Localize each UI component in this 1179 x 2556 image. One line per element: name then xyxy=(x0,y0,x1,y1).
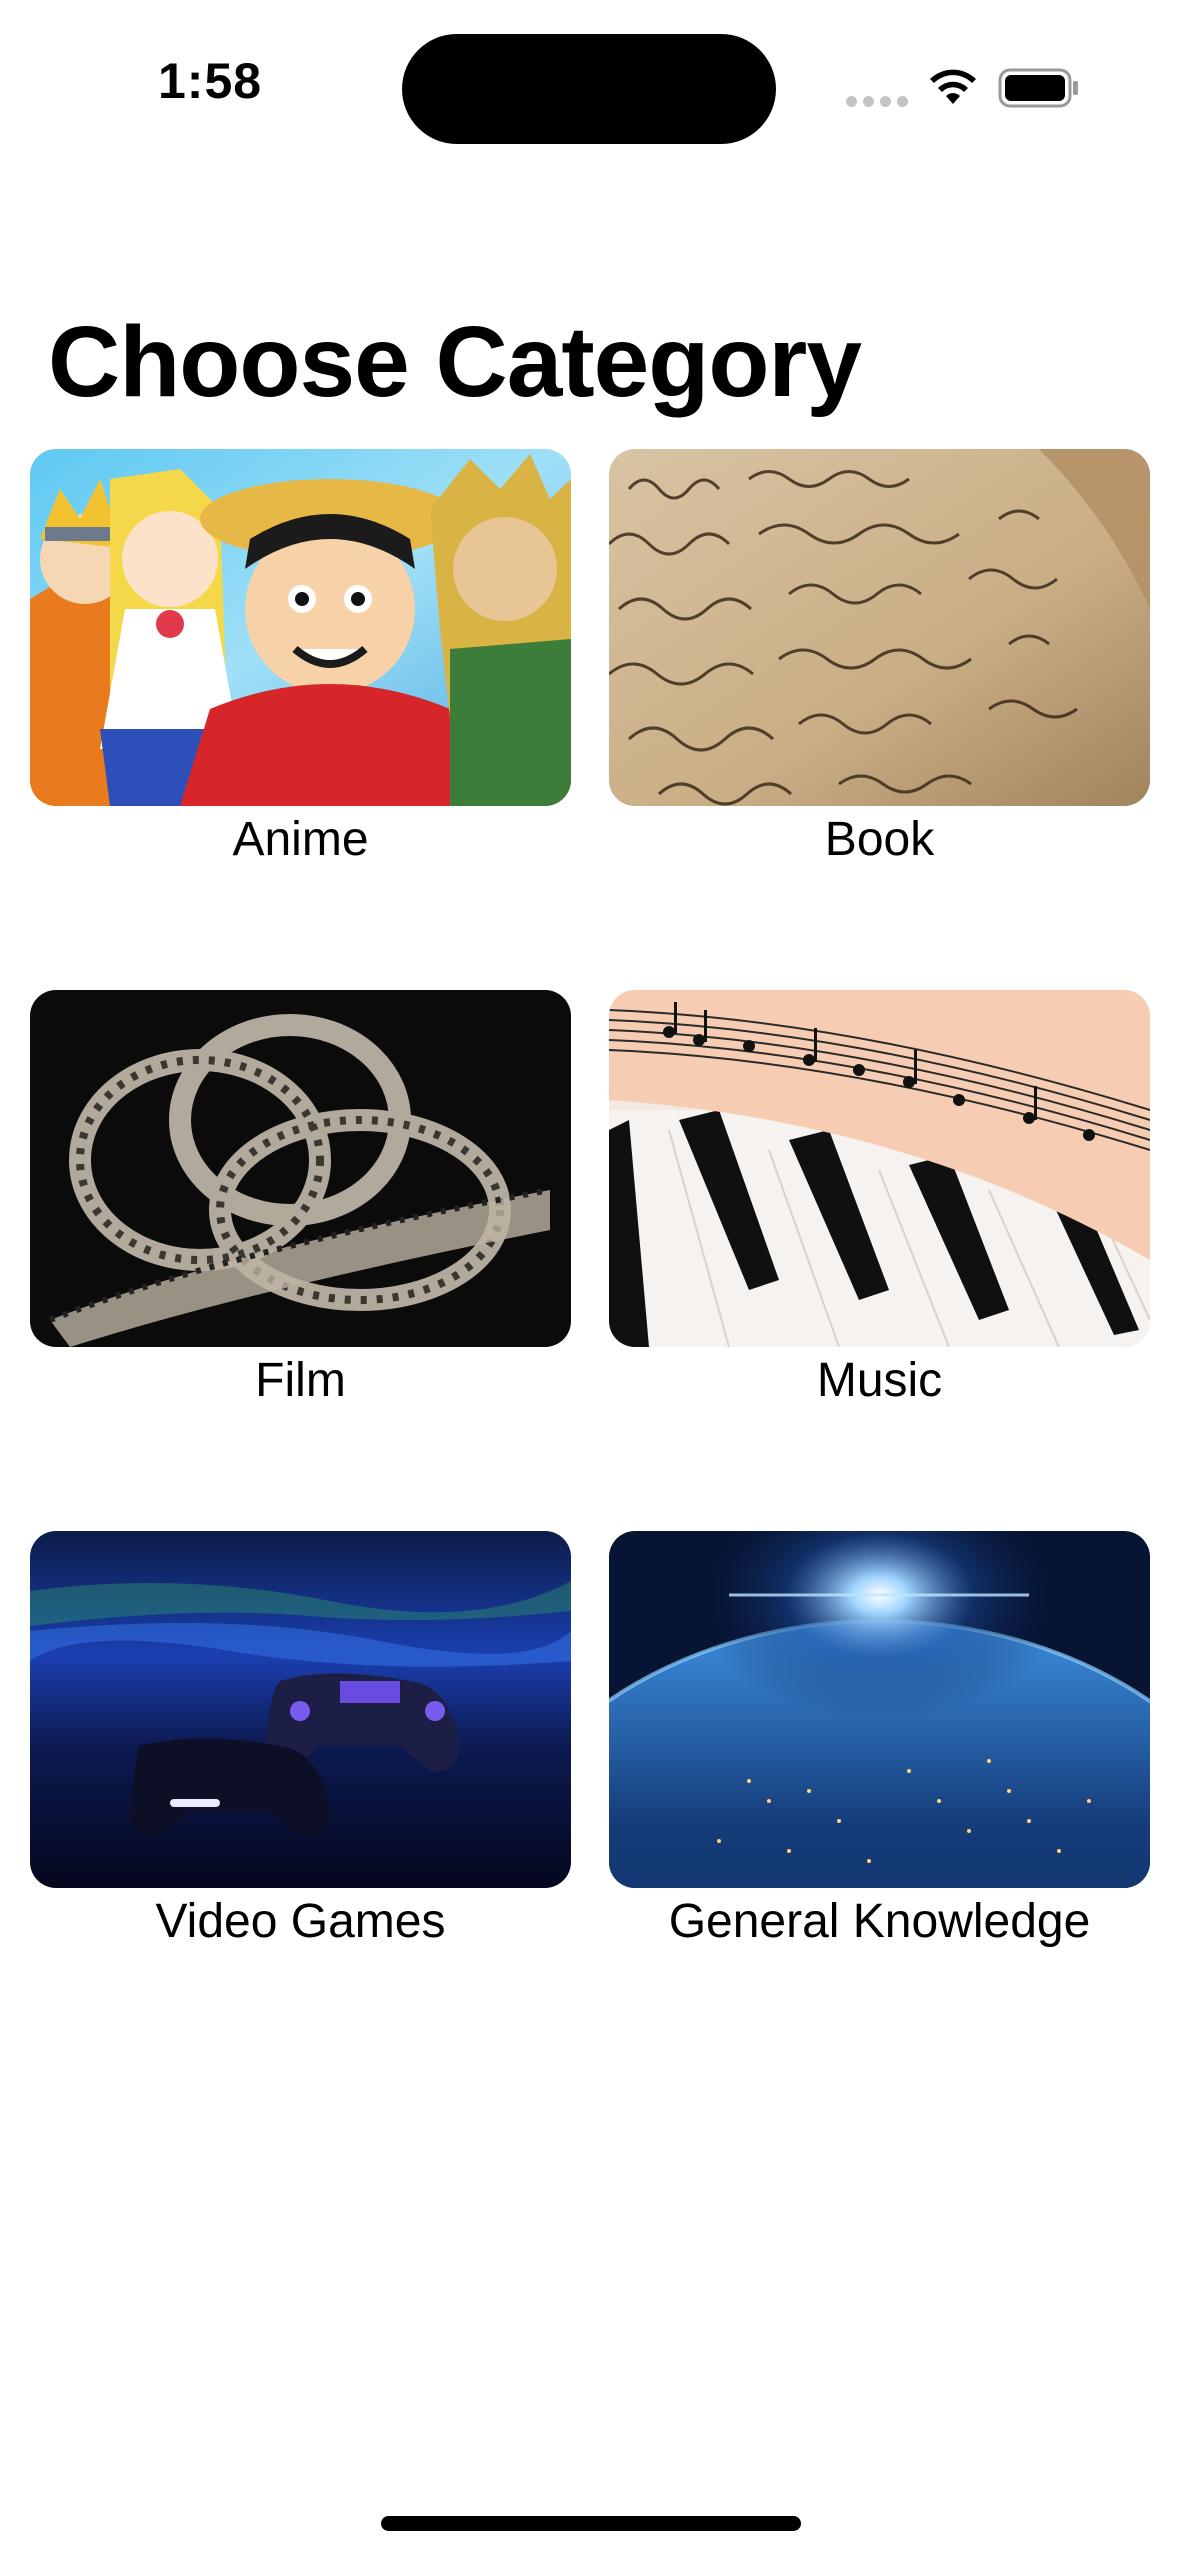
handwritten-book-page-image xyxy=(609,449,1150,806)
dynamic-island xyxy=(402,34,776,144)
category-card-general-knowledge[interactable]: General Knowledge xyxy=(609,1531,1150,1950)
sheet-music-piano-image xyxy=(609,990,1150,1347)
category-card-video-games[interactable]: Video Games xyxy=(30,1531,571,1950)
category-label: Book xyxy=(824,813,935,866)
category-label: Anime xyxy=(232,813,369,866)
home-indicator[interactable] xyxy=(381,2516,801,2531)
status-time: 1:58 xyxy=(158,53,263,109)
film-reel-image xyxy=(30,990,571,1347)
category-card-anime[interactable]: Anime xyxy=(30,449,571,868)
cellular-signal-icon xyxy=(846,96,908,107)
category-card-film[interactable]: Film xyxy=(30,990,571,1409)
category-label: General Knowledge xyxy=(668,1895,1091,1948)
battery-icon xyxy=(998,68,1078,108)
game-controllers-image xyxy=(30,1531,571,1888)
earth-from-space-image xyxy=(609,1531,1150,1888)
category-label: Music xyxy=(816,1354,943,1407)
category-label: Video Games xyxy=(155,1895,446,1948)
choose-category-screen: 1:58 Choose Category Anime Book Film Mus… xyxy=(0,0,1179,2556)
category-card-book[interactable]: Book xyxy=(609,449,1150,868)
wifi-icon xyxy=(930,69,976,104)
anime-characters-image xyxy=(30,449,571,806)
category-label: Film xyxy=(255,1354,346,1407)
category-card-music[interactable]: Music xyxy=(609,990,1150,1409)
page-title: Choose Category xyxy=(48,306,862,418)
